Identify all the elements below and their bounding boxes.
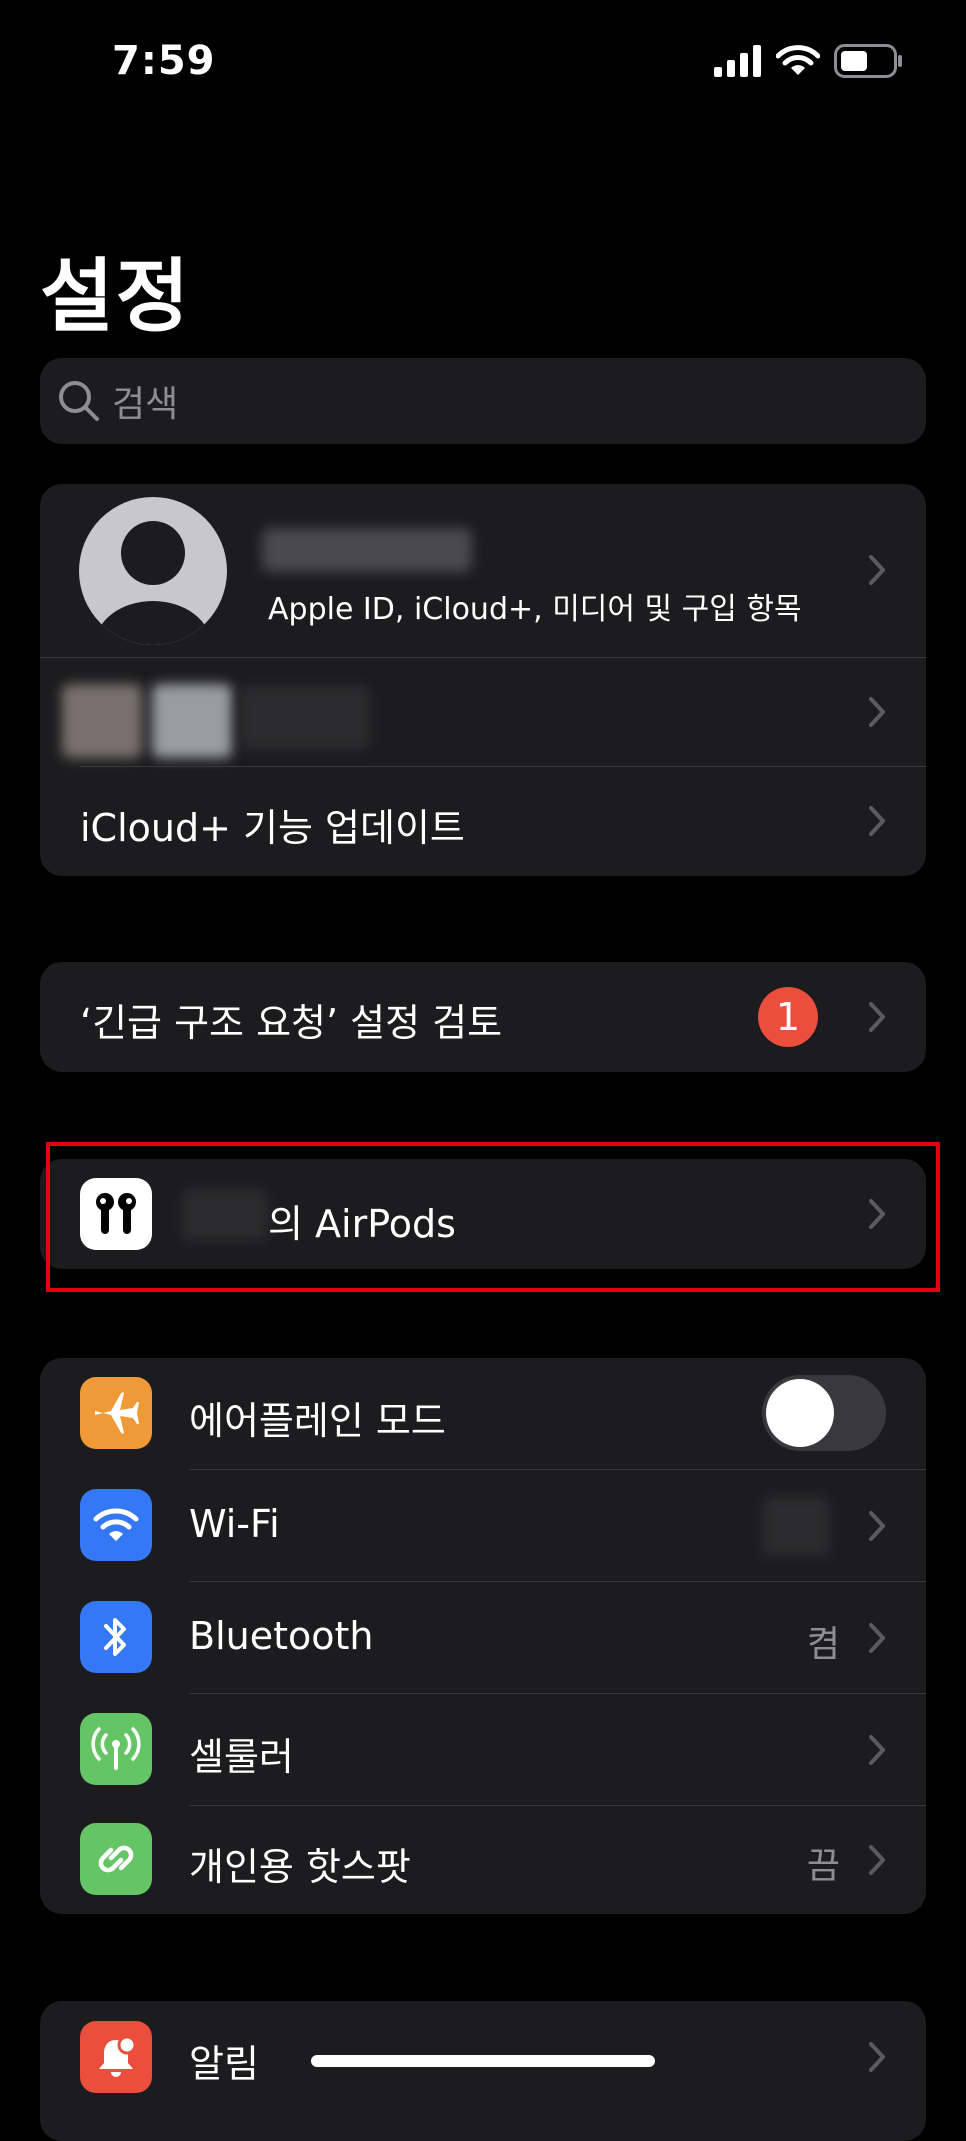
wifi-icon [80,1489,152,1561]
personal-hotspot-row[interactable]: 개인용 핫스팟 끔 [40,1806,926,1914]
family-row[interactable] [40,658,926,766]
airplane-mode-toggle[interactable] [762,1375,886,1451]
bell-icon [80,2021,152,2093]
personal-hotspot-value: 끔 [806,1846,840,1887]
icloud-update-row[interactable]: iCloud+ 기능 업데이트 [40,767,926,876]
chevron-right-icon [869,1002,885,1032]
search-input[interactable]: 검색 [40,358,926,444]
search-placeholder: 검색 [112,384,179,425]
chevron-right-icon [869,555,885,585]
emergency-sos-row[interactable]: ‘긴급 구조 요청’ 설정 검토 1 [40,962,926,1072]
apple-id-subtitle: Apple ID, iCloud+, 미디어 및 구입 항목 [268,592,802,627]
blurred-family-member-2 [152,684,232,758]
connectivity-group: 에어플레인 모드 Wi-Fi Bluetooth 켬 셀룰러 개인용 핫스팟 끔 [40,1358,926,1914]
cellular-label: 셀룰러 [189,1735,294,1779]
chevron-right-icon [869,1845,885,1875]
wifi-status-icon [776,45,820,75]
cellular-icon [80,1713,152,1785]
status-time: 7:59 [112,38,216,84]
home-indicator[interactable] [311,2055,655,2067]
bluetooth-label: Bluetooth [189,1614,374,1658]
chevron-right-icon [869,806,885,836]
search-icon [59,381,99,421]
bluetooth-value: 켬 [806,1624,840,1665]
status-icons [714,44,902,78]
airplane-mode-row[interactable]: 에어플레인 모드 [40,1358,926,1469]
avatar [79,497,227,645]
blurred-family-name [240,686,370,750]
chevron-right-icon [869,1511,885,1541]
icloud-update-label: iCloud+ 기능 업데이트 [80,806,465,850]
notifications-group: 알림 [40,2001,926,2141]
bluetooth-row[interactable]: Bluetooth 켬 [40,1582,926,1693]
blurred-family-member [62,684,142,758]
airplane-icon [80,1377,152,1449]
cellular-signal-icon [714,45,761,77]
bluetooth-icon [80,1601,152,1673]
apple-id-row[interactable]: Apple ID, iCloud+, 미디어 및 구입 항목 [40,484,926,657]
wifi-row[interactable]: Wi-Fi [40,1470,926,1581]
notification-badge: 1 [758,987,818,1047]
blurred-account-name [262,528,472,572]
airpods-highlight-box [46,1142,940,1292]
battery-icon [834,44,902,78]
notifications-label: 알림 [189,2042,259,2086]
page-title: 설정 [40,250,192,343]
chevron-right-icon [869,697,885,727]
wifi-label: Wi-Fi [189,1502,280,1546]
cellular-row[interactable]: 셀룰러 [40,1694,926,1805]
personal-hotspot-label: 개인용 핫스팟 [189,1845,411,1889]
emergency-sos-label: ‘긴급 구조 요청’ 설정 검토 [80,1001,503,1045]
blurred-wifi-network [762,1496,830,1556]
chevron-right-icon [869,2042,885,2072]
chevron-right-icon [869,1623,885,1653]
airplane-mode-label: 에어플레인 모드 [189,1399,446,1443]
hotspot-icon [80,1823,152,1895]
chevron-right-icon [869,1735,885,1765]
account-group: Apple ID, iCloud+, 미디어 및 구입 항목 iCloud+ 기… [40,484,926,876]
